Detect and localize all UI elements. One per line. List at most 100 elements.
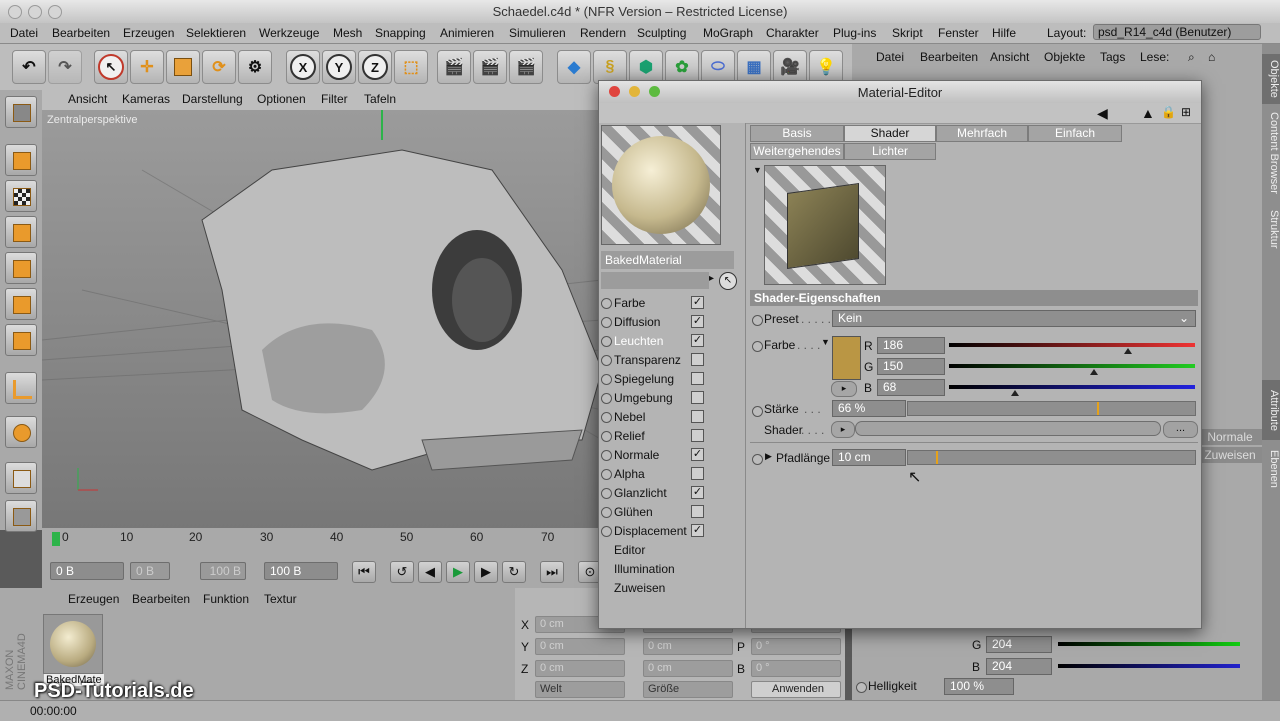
- model-mode-button[interactable]: [5, 144, 37, 176]
- channel-radio[interactable]: [601, 317, 612, 328]
- timeline-ruler[interactable]: 0 10 20 30 40 50 60 70: [42, 528, 602, 556]
- channel-checkbox[interactable]: ✓: [691, 524, 704, 537]
- channel-radio[interactable]: [601, 374, 612, 385]
- matmgr-menu-bearbeiten[interactable]: Bearbeiten: [132, 592, 190, 606]
- nurbs-button[interactable]: ⬢: [629, 50, 663, 84]
- 3d-viewport[interactable]: Zentralperspektive: [42, 110, 602, 530]
- new-panel-icon[interactable]: ⊞: [1181, 105, 1191, 119]
- channel-radio[interactable]: [601, 450, 612, 461]
- edges-mode-button[interactable]: [5, 288, 37, 320]
- r-slider-handle[interactable]: [1124, 348, 1133, 354]
- viewport-menu-filter[interactable]: Filter: [321, 92, 348, 106]
- undo-button[interactable]: ↶: [12, 50, 46, 84]
- r-channel-field[interactable]: 186: [877, 337, 945, 354]
- attr-tab-normale[interactable]: Normale: [1198, 429, 1262, 445]
- end-frame-field[interactable]: 100 B: [264, 562, 338, 580]
- playhead-marker[interactable]: [52, 532, 60, 546]
- viewport-menu-optionen[interactable]: Optionen: [257, 92, 306, 106]
- objmgr-menu-datei[interactable]: Datei: [876, 50, 904, 64]
- tab-weitergehendes[interactable]: Weitergehendes: [750, 143, 844, 160]
- menu-werkzeuge[interactable]: Werkzeuge: [259, 26, 319, 40]
- channel-radio[interactable]: [601, 507, 612, 518]
- render-settings-button[interactable]: 🎬: [509, 50, 543, 84]
- channel-radio[interactable]: [601, 355, 612, 366]
- g-channel-field[interactable]: 204: [986, 636, 1052, 653]
- live-selection-button[interactable]: ↖: [94, 50, 128, 84]
- illumination-item[interactable]: Illumination: [614, 562, 675, 576]
- redo-button[interactable]: ↷: [48, 50, 82, 84]
- channel-radio[interactable]: [601, 393, 612, 404]
- matmgr-menu-erzeugen[interactable]: Erzeugen: [68, 592, 119, 606]
- material-name-field[interactable]: BakedMaterial: [601, 251, 734, 269]
- back-arrow-icon[interactable]: ◀: [1097, 105, 1108, 122]
- staerke-field[interactable]: 66 %: [832, 400, 906, 417]
- pick-cursor-icon[interactable]: ↖: [719, 272, 737, 290]
- channel-checkbox[interactable]: [691, 391, 704, 404]
- axis-mode-button[interactable]: [5, 372, 37, 404]
- coord-system-select[interactable]: Welt: [535, 681, 625, 698]
- size-y-field[interactable]: 0 cm: [643, 638, 733, 655]
- menu-plugins[interactable]: Plug-ins: [833, 26, 876, 40]
- g-channel-field[interactable]: 150: [877, 358, 945, 375]
- b-channel-field[interactable]: 68: [877, 379, 945, 396]
- channel-checkbox[interactable]: [691, 353, 704, 366]
- g-channel-slider[interactable]: [1058, 642, 1240, 646]
- tab-shader[interactable]: Shader: [844, 125, 936, 142]
- pfadlaenge-slider-handle[interactable]: [936, 451, 938, 464]
- shader-more-button[interactable]: ...: [1163, 421, 1198, 438]
- max-frame-field[interactable]: 100 B: [200, 562, 246, 580]
- locked-workplane-button[interactable]: [5, 500, 37, 532]
- apply-button[interactable]: Anwenden: [751, 681, 841, 698]
- menu-erzeugen[interactable]: Erzeugen: [123, 26, 174, 40]
- workplane-button[interactable]: [5, 216, 37, 248]
- expand-arrow-icon[interactable]: ▶: [765, 451, 772, 462]
- render-picture-viewer-button[interactable]: 🎬: [473, 50, 507, 84]
- b-channel-slider[interactable]: [949, 385, 1195, 389]
- menu-sculpting[interactable]: Sculpting: [637, 26, 686, 40]
- cube-button[interactable]: ◆: [557, 50, 591, 84]
- channel-checkbox[interactable]: [691, 429, 704, 442]
- floor-button[interactable]: ▦: [737, 50, 771, 84]
- menu-simulieren[interactable]: Simulieren: [509, 26, 566, 40]
- channel-checkbox[interactable]: ✓: [691, 315, 704, 328]
- go-to-end-button[interactable]: ⏭: [540, 561, 564, 583]
- editor-item[interactable]: Editor: [614, 543, 645, 557]
- staerke-slider-handle[interactable]: [1097, 402, 1099, 415]
- polygons-mode-button[interactable]: [5, 324, 37, 356]
- lock-icon[interactable]: 🔒: [1161, 105, 1176, 119]
- channel-radio[interactable]: [601, 298, 612, 309]
- menu-mograph[interactable]: MoGraph: [703, 26, 753, 40]
- color-picker-toggle[interactable]: ▸: [831, 381, 857, 397]
- snapping-button[interactable]: [5, 416, 37, 448]
- menu-bearbeiten[interactable]: Bearbeiten: [52, 26, 110, 40]
- camera-button[interactable]: 🎥: [773, 50, 807, 84]
- y-axis-lock-button[interactable]: Y: [322, 50, 356, 84]
- menu-mesh[interactable]: Mesh: [333, 26, 362, 40]
- tab-lichter[interactable]: Lichter: [844, 143, 936, 160]
- collapse-arrow-icon[interactable]: ▼: [753, 165, 762, 175]
- viewport-menu-kameras[interactable]: Kameras: [122, 92, 170, 106]
- material-preview[interactable]: [601, 125, 721, 245]
- next-frame-button[interactable]: ▶: [474, 561, 498, 583]
- menu-snapping[interactable]: Snapping: [375, 26, 426, 40]
- render-view-button[interactable]: 🎬: [437, 50, 471, 84]
- channel-checkbox[interactable]: ✓: [691, 296, 704, 309]
- helligkeit-animate-radio[interactable]: [856, 682, 867, 693]
- viewport-menu-ansicht[interactable]: Ansicht: [68, 92, 107, 106]
- menu-selektieren[interactable]: Selektieren: [186, 26, 246, 40]
- play-button[interactable]: ▶: [446, 561, 470, 583]
- pfadlaenge-field[interactable]: 10 cm: [832, 449, 906, 466]
- objmgr-menu-tags[interactable]: Tags: [1100, 50, 1125, 64]
- color-dropdown-icon[interactable]: ▼: [821, 337, 830, 347]
- channel-checkbox[interactable]: ✓: [691, 334, 704, 347]
- menu-skript[interactable]: Skript: [892, 26, 923, 40]
- move-tool-button[interactable]: ✛: [130, 50, 164, 84]
- size-mode-select[interactable]: Größe: [643, 681, 733, 698]
- rotate-tool-button[interactable]: ⟳: [202, 50, 236, 84]
- menu-rendern[interactable]: Rendern: [580, 26, 626, 40]
- objmgr-menu-bearbeiten[interactable]: Bearbeiten: [920, 50, 978, 64]
- channel-checkbox[interactable]: [691, 410, 704, 423]
- menu-animieren[interactable]: Animieren: [440, 26, 494, 40]
- preset-select[interactable]: Kein ⌄: [832, 310, 1196, 327]
- dropdown-arrow-icon[interactable]: ▸: [709, 273, 714, 284]
